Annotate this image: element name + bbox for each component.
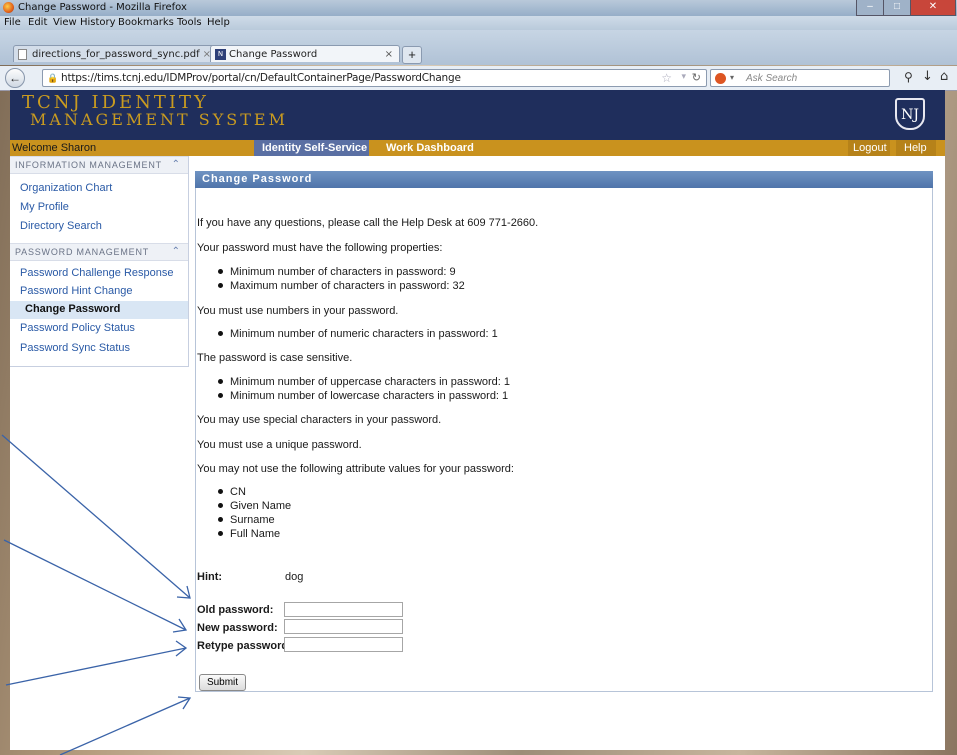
- search-icon[interactable]: ⚲: [904, 70, 913, 84]
- tab-pdf[interactable]: directions_for_password_sync.pdf ×: [13, 45, 218, 62]
- panel-header: Change Password: [195, 171, 933, 188]
- site-banner: TCNJ IDENTITY MANAGEMENT SYSTEM: [10, 90, 945, 140]
- maximize-icon[interactable]: □: [883, 0, 911, 16]
- search-box[interactable]: ▾ Ask Search: [710, 69, 890, 87]
- new-password-field[interactable]: [284, 619, 403, 634]
- list-item: Minimum number of lowercase characters i…: [218, 390, 508, 402]
- tab-change-password[interactable]: N Change Password ×: [210, 45, 400, 62]
- minimize-icon[interactable]: –: [856, 0, 884, 16]
- search-placeholder: Ask Search: [746, 73, 798, 84]
- sidebar-section-password[interactable]: PASSWORD MANAGEMENT ⌃: [10, 243, 188, 261]
- unique-text: You must use a unique password.: [197, 439, 362, 451]
- special-chars-text: You may use special characters in your p…: [197, 414, 442, 426]
- home-icon[interactable]: ⌂: [940, 69, 948, 84]
- list-item: Minimum number of numeric characters in …: [218, 328, 498, 340]
- download-icon[interactable]: ↓: [922, 69, 933, 84]
- menu-bookmarks[interactable]: Bookmarks: [118, 17, 174, 28]
- collapse-icon[interactable]: ⌃: [172, 246, 180, 257]
- sidebar-section-info-title: INFORMATION MANAGEMENT: [15, 160, 162, 170]
- help-button[interactable]: Help: [896, 140, 936, 156]
- engine-dropdown-icon[interactable]: ▾: [730, 73, 734, 82]
- sidebar-section-password-title: PASSWORD MANAGEMENT: [15, 247, 150, 257]
- sidebar-item-policy-status[interactable]: Password Policy Status: [20, 322, 135, 334]
- attributes-heading: You may not use the following attribute …: [197, 463, 514, 475]
- menu-history[interactable]: History: [80, 17, 116, 28]
- lock-icon: 🔒: [47, 73, 59, 83]
- sidebar-item-change-password-label: Change Password: [25, 303, 121, 315]
- dropdown-icon[interactable]: ▾: [681, 72, 686, 82]
- list-item: Minimum number of characters in password…: [218, 266, 456, 278]
- tab-identity-self-service[interactable]: Identity Self-Service: [254, 140, 369, 156]
- url-bar[interactable]: 🔒 https://tims.tcnj.edu/IDMProv/portal/c…: [42, 69, 707, 87]
- logout-button[interactable]: Logout: [848, 140, 890, 156]
- sidebar-item-sync-status[interactable]: Password Sync Status: [20, 342, 130, 354]
- old-password-label: Old password:: [197, 604, 274, 616]
- numbers-heading: You must use numbers in your password.: [197, 305, 399, 317]
- retype-password-label: Retype password:: [197, 640, 292, 652]
- case-heading: The password is case sensitive.: [197, 352, 353, 364]
- tcnj-logo: NJ: [895, 98, 925, 130]
- list-item: Full Name: [218, 528, 280, 540]
- tab-pdf-label: directions_for_password_sync.pdf: [32, 49, 200, 60]
- tab-work-dashboard[interactable]: Work Dashboard: [386, 142, 474, 154]
- list-item: Surname: [218, 514, 275, 526]
- help-desk-text: If you have any questions, please call t…: [197, 217, 539, 229]
- menu-edit[interactable]: Edit: [28, 17, 47, 28]
- logout-label: Logout: [853, 142, 887, 154]
- tab-change-password-label: Change Password: [229, 49, 318, 60]
- help-label: Help: [904, 142, 927, 154]
- url-text: https://tims.tcnj.edu/IDMProv/portal/cn/…: [61, 72, 461, 84]
- menu-view[interactable]: View: [53, 17, 77, 28]
- bookmark-star-icon[interactable]: ☆: [661, 71, 672, 85]
- list-item: CN: [218, 486, 246, 498]
- firefox-icon: [3, 2, 14, 13]
- tab-close-icon[interactable]: ×: [385, 46, 393, 63]
- list-item: Minimum number of uppercase characters i…: [218, 376, 510, 388]
- sidebar-item-org-chart[interactable]: Organization Chart: [20, 182, 112, 194]
- retype-password-field[interactable]: [284, 637, 403, 652]
- close-icon[interactable]: ✕: [910, 0, 956, 16]
- sidebar-item-hint-change[interactable]: Password Hint Change: [20, 285, 133, 297]
- document-icon: [18, 49, 27, 60]
- panel-title: Change Password: [202, 173, 313, 185]
- site-title-line2: MANAGEMENT SYSTEM: [30, 110, 288, 129]
- properties-heading: Your password must have the following pr…: [197, 242, 443, 254]
- new-tab-icon[interactable]: +: [402, 46, 422, 64]
- new-password-label: New password:: [197, 622, 278, 634]
- reload-icon[interactable]: ↻: [692, 71, 701, 84]
- old-password-field[interactable]: [284, 602, 403, 617]
- menu-help[interactable]: Help: [207, 17, 230, 28]
- list-item: Maximum number of characters in password…: [218, 280, 465, 292]
- ask-engine-icon[interactable]: [715, 73, 726, 84]
- tab-identity-label: Identity Self-Service: [262, 142, 368, 154]
- menu-file[interactable]: File: [4, 17, 21, 28]
- hint-value: dog: [285, 571, 304, 583]
- window-title: Change Password - Mozilla Firefox: [18, 2, 187, 13]
- menu-bar: File Edit View History Bookmarks Tools H…: [0, 16, 957, 30]
- collapse-icon[interactable]: ⌃: [172, 159, 180, 170]
- sidebar-item-change-password[interactable]: Change Password: [10, 301, 188, 319]
- sidebar-item-challenge-response[interactable]: Password Challenge Response: [20, 267, 173, 279]
- welcome-text: Welcome Sharon: [12, 142, 97, 154]
- top-nav-bar: [10, 140, 945, 156]
- list-item: Given Name: [218, 500, 291, 512]
- submit-button[interactable]: Submit: [199, 674, 246, 691]
- sidebar-section-info[interactable]: INFORMATION MANAGEMENT ⌃: [10, 156, 188, 174]
- sidebar-item-my-profile[interactable]: My Profile: [20, 201, 69, 213]
- menu-tools[interactable]: Tools: [177, 17, 202, 28]
- back-icon[interactable]: ←: [5, 68, 25, 88]
- tcnj-favicon-icon: N: [215, 49, 226, 60]
- sidebar-item-directory-search[interactable]: Directory Search: [20, 220, 102, 232]
- window-titlebar: Change Password - Mozilla Firefox: [0, 0, 957, 16]
- hint-label: Hint:: [197, 571, 223, 583]
